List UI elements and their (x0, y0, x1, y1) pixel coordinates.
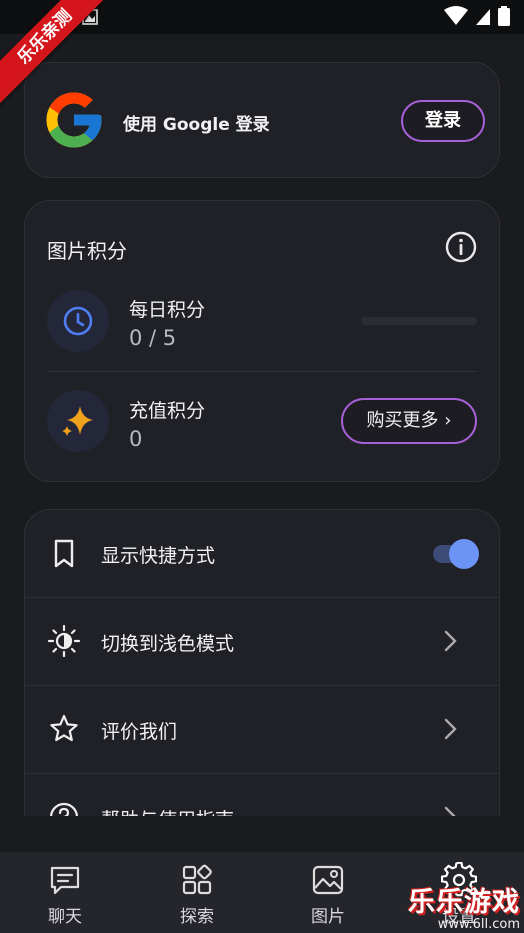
signal-icon (476, 9, 490, 25)
nav-item-explore[interactable]: 探索 (147, 862, 247, 927)
shortcut-toggle[interactable] (433, 539, 479, 569)
watermark-url: www.6ll.com (437, 917, 520, 932)
login-button[interactable]: 登录 (401, 100, 485, 142)
toggle-knob (449, 539, 479, 569)
watermark-title: 乐乐游戏 (408, 887, 520, 918)
points-title: 图片积分 (47, 239, 127, 263)
chat-icon (50, 866, 80, 895)
nav-label: 探索 (180, 907, 214, 927)
login-card: 使用 Google 登录 登录 (24, 62, 500, 178)
nav-label: 聊天 (48, 907, 82, 927)
image-icon (312, 865, 344, 895)
nav-item-images[interactable]: 图片 (278, 862, 378, 927)
settings-card: 显示快捷方式 切换到浅色模式 评价我们 (24, 509, 500, 819)
recharge-points-icon (47, 390, 109, 452)
daily-points-icon (47, 290, 109, 352)
battery-icon (498, 6, 510, 26)
setting-row-show-shortcut[interactable]: 显示快捷方式 (25, 510, 499, 598)
setting-row-rate-us[interactable]: 评价我们 (25, 686, 499, 774)
setting-row-help[interactable]: 帮助与使用指南 (25, 774, 499, 818)
setting-label: 评价我们 (101, 721, 178, 743)
setting-row-light-mode[interactable]: 切换到浅色模式 (25, 598, 499, 686)
recharge-points-label: 充值积分 (129, 400, 206, 422)
divider (47, 371, 477, 372)
setting-label: 显示快捷方式 (101, 545, 216, 567)
chevron-right-icon (444, 718, 457, 740)
watermark: 乐乐游戏 www.6ll.com (408, 880, 520, 932)
nav-label: 图片 (311, 907, 345, 927)
google-logo-icon (46, 92, 102, 148)
scroll-fade (0, 816, 524, 852)
sparkle-icon (62, 406, 93, 436)
star-icon (50, 714, 78, 742)
buy-more-button[interactable]: 购买更多 › (341, 398, 477, 444)
login-prompt: 使用 Google 登录 (123, 115, 270, 135)
daily-points-value: 0 / 5 (129, 326, 177, 350)
wifi-icon (444, 6, 468, 25)
recharge-points-value: 0 (129, 427, 143, 451)
explore-icon (182, 864, 212, 895)
daily-points-progress (361, 317, 477, 325)
bookmark-icon (54, 539, 74, 568)
sun-icon (47, 624, 81, 658)
points-card: 图片积分 每日积分 0 / 5 充值积分 0 购买更多 › (24, 200, 500, 482)
chevron-right-icon (444, 630, 457, 652)
nav-item-chat[interactable]: 聊天 (15, 862, 115, 927)
info-icon[interactable] (445, 231, 477, 263)
daily-points-label: 每日积分 (129, 299, 206, 321)
clock-icon (63, 306, 93, 336)
setting-label: 切换到浅色模式 (101, 633, 235, 655)
